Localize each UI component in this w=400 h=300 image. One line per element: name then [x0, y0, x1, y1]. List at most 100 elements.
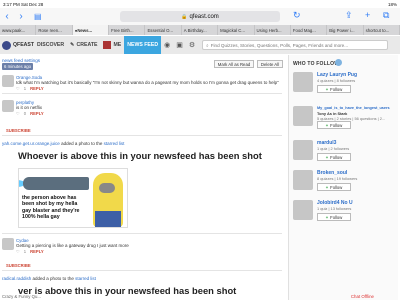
subscribe-button[interactable]: SUBSCRIBE	[6, 263, 31, 268]
activity-username[interactable]: yah.come.get.ur.orange.juice	[2, 141, 60, 146]
post-headline[interactable]: Whoever is above this in your newsfeed h…	[18, 150, 262, 161]
sidebar-title: WHO TO FOLLOW	[293, 61, 340, 67]
nav-newsfeed[interactable]: NEWS FEED	[124, 36, 162, 54]
browser-tab[interactable]: shortcut to...	[364, 25, 400, 35]
browser-tab[interactable]: Big Power i...	[327, 25, 364, 35]
activity-target[interactable]: starred list	[104, 141, 125, 146]
back-icon[interactable]: ‹	[0, 11, 14, 22]
avatar[interactable]	[293, 200, 313, 220]
activity-username[interactable]: radical.raddish	[2, 276, 31, 281]
like-icon[interactable]: ♡	[16, 86, 20, 91]
suggested-stats: 4 quizzes | 8 followers	[317, 78, 356, 83]
suggested-username[interactable]: My_goal_is_to_have_the_longest_users	[317, 106, 390, 110]
like-count: 1	[23, 86, 27, 91]
address-bar[interactable]: 🔒 qfeast.com	[120, 11, 280, 22]
post-message: Getting a piercing is like a gateway dru…	[16, 243, 129, 248]
avatar[interactable]	[2, 75, 14, 87]
follow-button[interactable]: + Follow	[317, 183, 351, 191]
divider	[2, 233, 282, 234]
like-count: 0	[23, 111, 27, 116]
browser-tabs: www.paak... Rose reen... ●News... Free B…	[0, 25, 400, 35]
meme-caption: the person above has been shot by my hel…	[22, 195, 80, 221]
avatar[interactable]	[2, 238, 14, 250]
post-message: Idk what I'm watching but it's basically…	[16, 80, 279, 85]
suggested-stats: 1 quiz | 13 followers	[317, 206, 352, 211]
browser-tab[interactable]: Essential O...	[145, 25, 182, 35]
blaster-illustration	[23, 177, 89, 190]
nav-create[interactable]: ✎ CREATE	[67, 36, 100, 54]
avatar[interactable]	[293, 106, 313, 126]
forward-icon[interactable]: ›	[14, 11, 28, 22]
like-icon[interactable]: ♡	[16, 249, 20, 254]
suggested-stats: 8 quizzes | 19 followers	[317, 176, 358, 181]
status-time: 3:17 PM	[3, 1, 20, 7]
photo-activity: radical.raddish added a photo to the sta…	[2, 276, 96, 281]
browser-tab[interactable]: A Birthday...	[182, 25, 219, 35]
activity-text: added a photo to the	[61, 141, 103, 146]
avatar[interactable]	[2, 100, 14, 112]
time-pill: 6 minutes ago	[2, 63, 33, 70]
photo-activity: yah.come.get.ur.orange.juice added a pho…	[2, 141, 124, 146]
reply-button[interactable]: REPLY	[30, 86, 44, 91]
notifications-icon[interactable]: ◉	[164, 41, 170, 49]
follow-button[interactable]: + Follow	[317, 121, 351, 129]
subscribe-button[interactable]: SUBSCRIBE	[6, 128, 31, 133]
browser-tab[interactable]: Free Birth...	[109, 25, 146, 35]
follow-label: Follow	[330, 214, 343, 220]
browser-tab[interactable]: www.paak...	[0, 25, 37, 35]
activity-target[interactable]: starred list	[75, 276, 96, 281]
comment-post: perplathy is it on netflix ♡ 0 REPLY	[2, 100, 282, 116]
site-search[interactable]: ⌕ Find Quizzes, Stories, Questions, Poll…	[202, 40, 389, 50]
chat-status[interactable]: Chat Offline	[351, 294, 374, 299]
plus-icon: +	[325, 214, 329, 220]
delete-all-button[interactable]: Delete All	[257, 60, 283, 68]
reply-button[interactable]: REPLY	[30, 249, 44, 254]
share-icon[interactable]: ⇪	[345, 10, 353, 21]
reload-icon[interactable]: ↻	[293, 10, 301, 21]
nav-me[interactable]: ME	[100, 36, 124, 54]
avatar[interactable]	[293, 140, 313, 160]
nav-discover[interactable]: DISCOVER	[34, 36, 67, 54]
who-to-follow-panel: WHO TO FOLLOW Lazy Lauryn Pug 4 quizzes …	[288, 55, 398, 300]
comment-post: Cydae Getting a piercing is like a gatew…	[2, 238, 282, 254]
plus-icon: +	[325, 154, 329, 160]
site-header: QFEAST DISCOVER ✎ CREATE ME NEWS FEED ◉ …	[0, 36, 400, 54]
browser-tab-active[interactable]: ●News...	[72, 25, 110, 35]
new-tab-icon[interactable]: +	[365, 10, 370, 20]
like-icon[interactable]: ♡	[16, 111, 20, 116]
settings-icon[interactable]: ⚙	[189, 41, 195, 49]
pencil-icon: ✎	[70, 42, 75, 48]
mark-all-read-button[interactable]: Mark All as Read	[214, 60, 254, 68]
follow-button[interactable]: + Follow	[317, 153, 351, 161]
activity-text: added a photo to the	[32, 276, 74, 281]
overalls-illustration	[95, 211, 121, 227]
refresh-icon[interactable]	[335, 59, 342, 66]
follow-button[interactable]: + Follow	[317, 85, 351, 93]
search-placeholder: Find Quizzes, Stories, Questions, Polls,…	[210, 42, 349, 48]
plus-icon: +	[325, 184, 329, 190]
post-message: is it on netflix	[16, 105, 43, 110]
bottom-corner-label[interactable]: Crazy & Funny Qu...	[2, 294, 41, 299]
bookmarks-icon[interactable]: ▤	[34, 12, 42, 21]
status-bar: 3:17 PM Sat Dec 28 18%	[0, 0, 400, 8]
avatar[interactable]	[293, 170, 313, 190]
avatar[interactable]	[293, 72, 313, 92]
divider	[2, 270, 282, 271]
reply-button[interactable]: REPLY	[30, 111, 44, 116]
follow-button[interactable]: + Follow	[317, 213, 351, 221]
follow-label: Follow	[330, 86, 343, 92]
messages-icon[interactable]: ▣	[176, 41, 183, 49]
nav-me-label: ME	[113, 42, 122, 48]
profile-avatar	[103, 41, 112, 49]
browser-tab[interactable]: Rose reen...	[36, 25, 73, 35]
browser-toolbar: ‹ › ▤ 🔒 qfeast.com ↻ ⇪ + ⧉	[0, 8, 400, 25]
like-count: 1	[23, 249, 27, 254]
browser-tab[interactable]: Food Mag...	[291, 25, 328, 35]
suggested-user: Jolobird4 No U 1 quiz | 13 followers + Fo…	[293, 200, 395, 230]
browser-tab[interactable]: Using Herb...	[255, 25, 291, 35]
post-headline[interactable]: ver is above this in your newsfeed has b…	[18, 285, 236, 296]
tabs-overview-icon[interactable]: ⧉	[383, 10, 389, 21]
meme-image[interactable]: the person above has been shot by my hel…	[18, 168, 128, 228]
site-logo[interactable]: QFEAST	[2, 40, 34, 50]
browser-tab[interactable]: Magickal C...	[218, 25, 255, 35]
